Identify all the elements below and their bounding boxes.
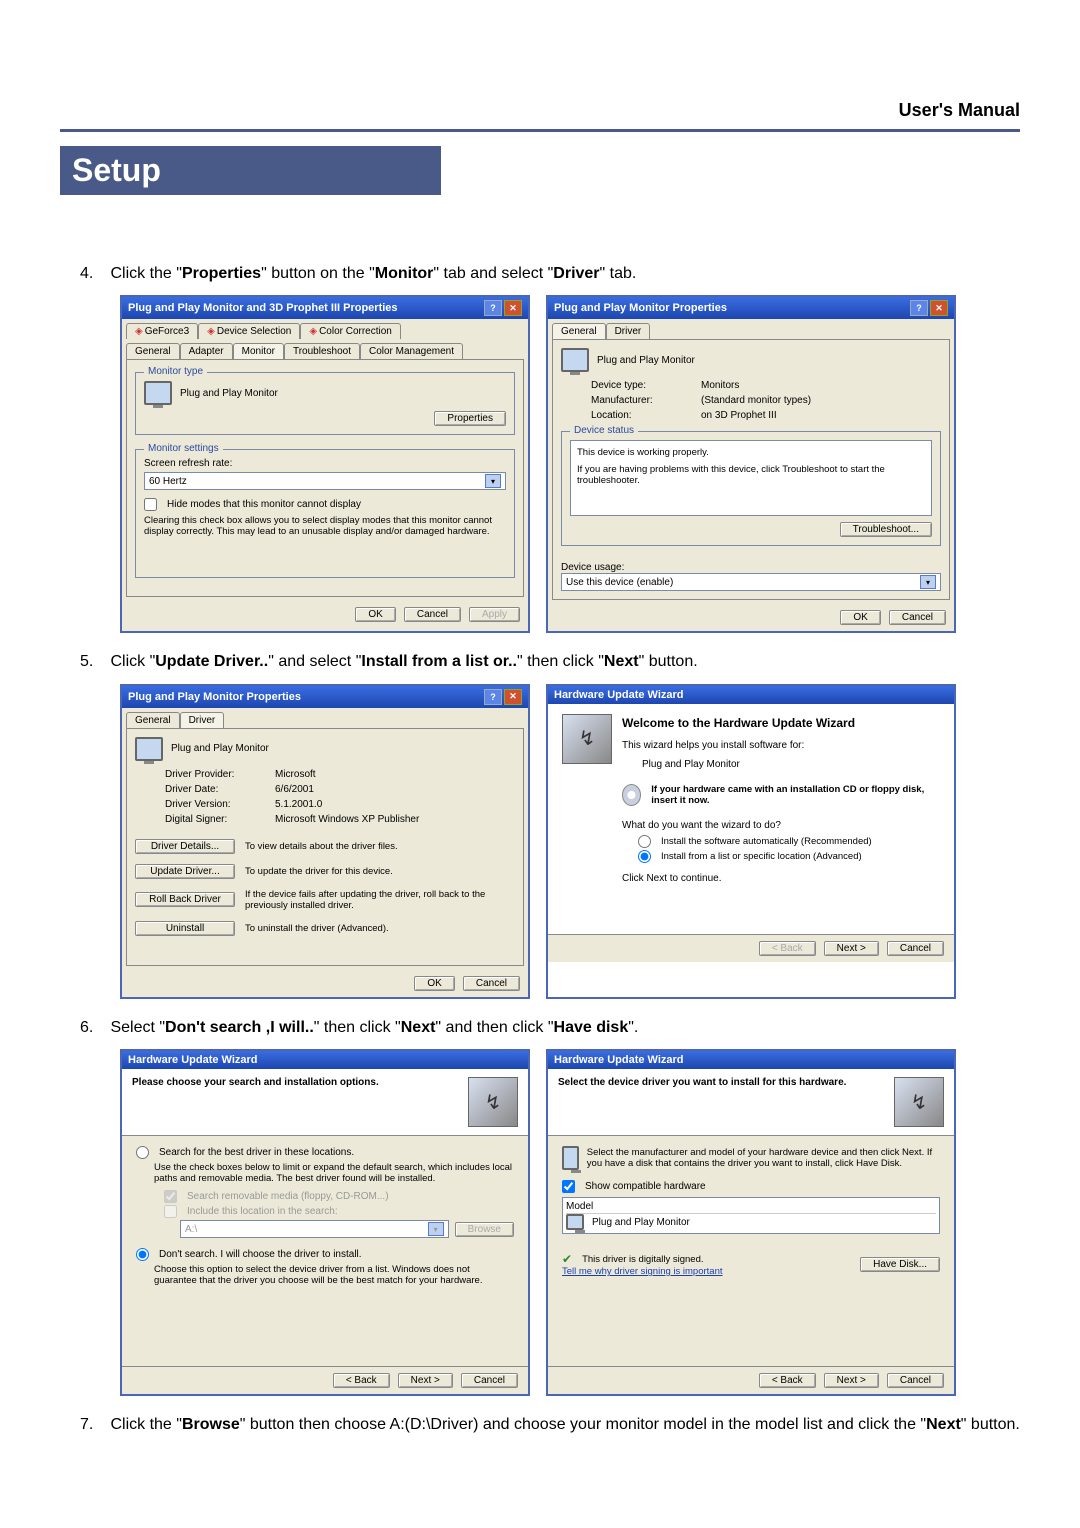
- wizard-select-driver: Hardware Update Wizard Select the device…: [546, 1049, 956, 1396]
- titlebar: Plug and Play Monitor and 3D Prophet III…: [122, 297, 528, 319]
- dialog-monitor-properties-driver: Plug and Play Monitor Properties ? ✕ Gen…: [120, 684, 530, 999]
- refresh-rate-select[interactable]: 60 Hertz ▾: [144, 472, 506, 490]
- driver-signing-link[interactable]: Tell me why driver signing is important: [562, 1266, 723, 1277]
- device-status-text: This device is working properly. If you …: [570, 440, 932, 516]
- browse-button: Browse: [455, 1222, 514, 1237]
- apply-button: Apply: [469, 607, 520, 622]
- wizard-icon: [562, 714, 612, 764]
- tab-color-management[interactable]: Color Management: [360, 343, 463, 359]
- group-monitor-settings: Monitor settings: [144, 443, 223, 454]
- hide-modes-help: Clearing this check box allows you to se…: [144, 515, 506, 537]
- hide-modes-checkbox[interactable]: [144, 498, 157, 511]
- model-listbox[interactable]: Model Plug and Play Monitor: [562, 1197, 940, 1234]
- monitor-icon: [561, 348, 589, 372]
- chip-icon: ◈: [309, 326, 317, 337]
- ok-button[interactable]: OK: [355, 607, 395, 622]
- chip-icon: ◈: [135, 326, 143, 337]
- chk-include-location: [164, 1205, 177, 1218]
- radio-install-auto[interactable]: [638, 835, 651, 848]
- dialog-monitor-properties-general: Plug and Play Monitor Properties ? ✕ Gen…: [546, 295, 956, 633]
- step-number: 4.: [80, 263, 106, 285]
- next-button[interactable]: Next >: [824, 941, 879, 956]
- tab-monitor[interactable]: Monitor: [233, 343, 284, 359]
- next-button[interactable]: Next >: [398, 1373, 453, 1388]
- next-button[interactable]: Next >: [824, 1373, 879, 1388]
- tab-adapter[interactable]: Adapter: [180, 343, 233, 359]
- step-6: 6. Select "Don't search ,I will.." then …: [80, 1017, 1020, 1039]
- help-icon[interactable]: ?: [910, 300, 928, 316]
- step-4: 4. Click the "Properties" button on the …: [80, 263, 1020, 285]
- tab-color-correction[interactable]: ◈Color Correction: [300, 323, 401, 339]
- refresh-rate-label: Screen refresh rate:: [144, 458, 506, 469]
- close-icon[interactable]: ✕: [504, 689, 522, 705]
- ok-button[interactable]: OK: [840, 610, 880, 625]
- wizard-heading: Please choose your search and installati…: [132, 1077, 379, 1088]
- location-path-combo: A:\▾: [180, 1220, 449, 1238]
- troubleshoot-button[interactable]: Troubleshoot...: [840, 522, 932, 537]
- chip-icon: ◈: [207, 326, 215, 337]
- close-icon[interactable]: ✕: [504, 300, 522, 316]
- show-compatible-checkbox[interactable]: [562, 1180, 575, 1193]
- back-button[interactable]: < Back: [333, 1373, 390, 1388]
- rollback-driver-button[interactable]: Roll Back Driver: [135, 892, 235, 907]
- tab-driver[interactable]: Driver: [180, 712, 225, 728]
- monitor-name: Plug and Play Monitor: [180, 388, 278, 399]
- radio-install-list[interactable]: [638, 850, 651, 863]
- tab-troubleshoot[interactable]: Troubleshoot: [284, 343, 360, 359]
- device-usage-select[interactable]: Use this device (enable) ▾: [561, 573, 941, 591]
- wizard-icon: [468, 1077, 518, 1127]
- cancel-button[interactable]: Cancel: [889, 610, 946, 625]
- back-button[interactable]: < Back: [759, 1373, 816, 1388]
- manual-title: User's Manual: [899, 100, 1020, 120]
- page-header: User's Manual: [60, 0, 1020, 132]
- chevron-down-icon: ▾: [428, 1222, 444, 1236]
- step-7: 7. Click the "Browse" button then choose…: [80, 1414, 1020, 1436]
- update-driver-button[interactable]: Update Driver...: [135, 864, 235, 879]
- radio-dont-search[interactable]: [136, 1248, 149, 1261]
- monitor-icon: [135, 737, 163, 761]
- have-disk-button[interactable]: Have Disk...: [860, 1257, 940, 1272]
- ok-button[interactable]: OK: [414, 976, 454, 991]
- close-icon[interactable]: ✕: [930, 300, 948, 316]
- tab-general[interactable]: General: [126, 712, 180, 728]
- step-5: 5. Click "Update Driver.." and select "I…: [80, 651, 1020, 673]
- cancel-button[interactable]: Cancel: [887, 941, 944, 956]
- monitor-icon: [144, 381, 172, 405]
- help-icon[interactable]: ?: [484, 689, 502, 705]
- properties-button[interactable]: Properties: [434, 411, 506, 426]
- cancel-button[interactable]: Cancel: [887, 1373, 944, 1388]
- cd-icon: [622, 784, 641, 806]
- chevron-down-icon[interactable]: ▾: [920, 575, 936, 589]
- group-monitor-type: Monitor type: [144, 366, 207, 377]
- tab-general[interactable]: General: [552, 323, 606, 339]
- wizard-heading: Welcome to the Hardware Update Wizard: [622, 716, 940, 730]
- chk-removable-media: [164, 1190, 177, 1203]
- section-heading: Setup: [60, 146, 441, 195]
- cancel-button[interactable]: Cancel: [461, 1373, 518, 1388]
- radio-search-best[interactable]: [136, 1146, 149, 1159]
- wizard-icon: [894, 1077, 944, 1127]
- uninstall-button[interactable]: Uninstall: [135, 921, 235, 936]
- monitor-icon: [562, 1146, 579, 1170]
- back-button: < Back: [759, 941, 816, 956]
- monitor-icon: [566, 1214, 584, 1230]
- tab-geforce3[interactable]: ◈GeForce3: [126, 323, 198, 339]
- wizard-heading: Select the device driver you want to ins…: [558, 1077, 846, 1088]
- cancel-button[interactable]: Cancel: [463, 976, 520, 991]
- tab-device-selection[interactable]: ◈Device Selection: [198, 323, 300, 339]
- wizard-welcome: Hardware Update Wizard Welcome to the Ha…: [546, 684, 956, 999]
- shield-icon: ✔: [562, 1252, 572, 1266]
- tab-general[interactable]: General: [126, 343, 180, 359]
- dialog-monitor-tab: Plug and Play Monitor and 3D Prophet III…: [120, 295, 530, 633]
- cancel-button[interactable]: Cancel: [404, 607, 461, 622]
- wizard-search-options: Hardware Update Wizard Please choose you…: [120, 1049, 530, 1396]
- tab-driver[interactable]: Driver: [606, 323, 651, 339]
- help-icon[interactable]: ?: [484, 300, 502, 316]
- chevron-down-icon[interactable]: ▾: [485, 474, 501, 488]
- driver-details-button[interactable]: Driver Details...: [135, 839, 235, 854]
